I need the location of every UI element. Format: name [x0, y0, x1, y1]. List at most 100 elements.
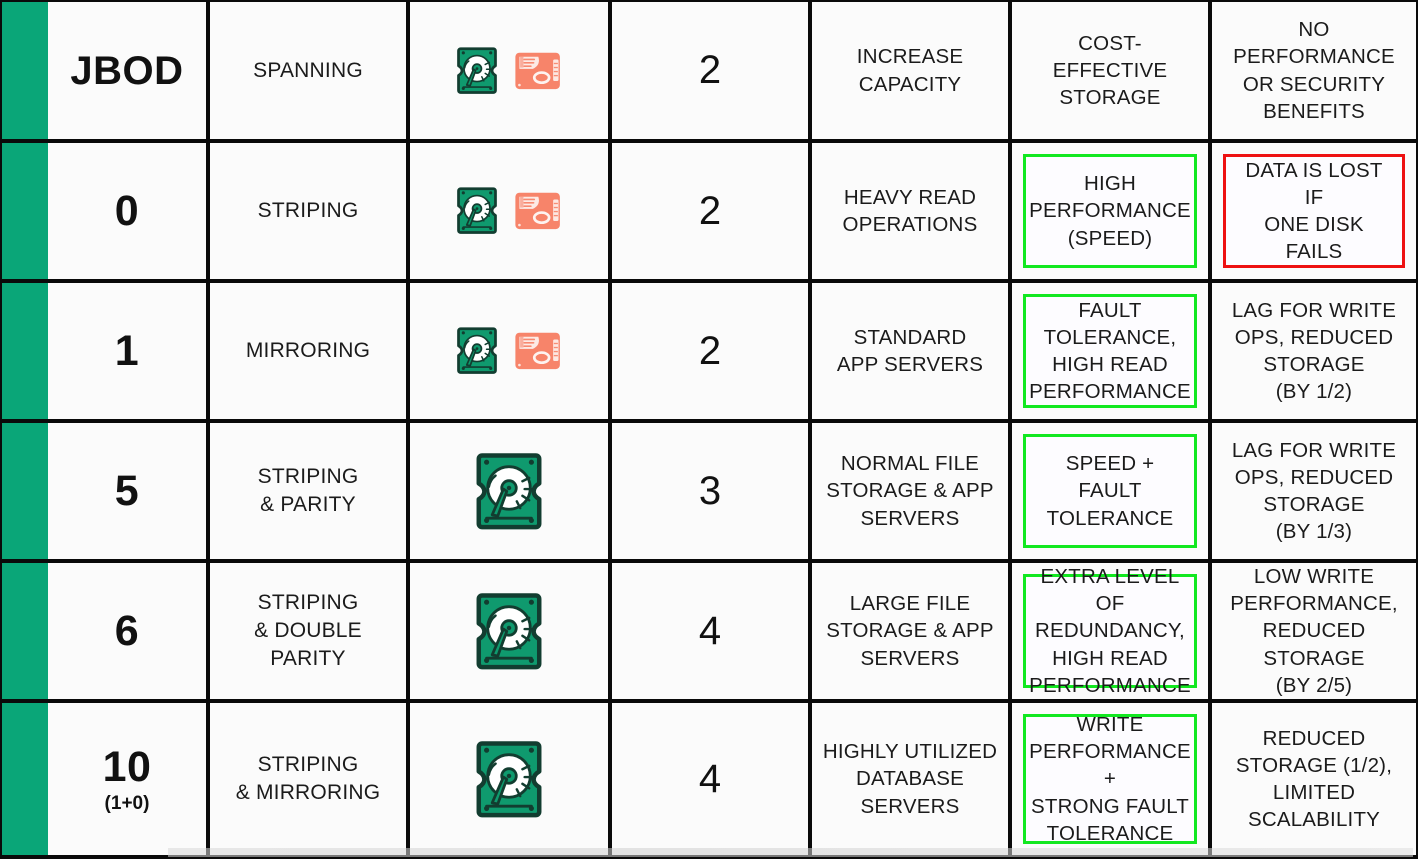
- raid-level-cell: 0: [0, 139, 210, 283]
- use-case-label: LARGE FILESTORAGE & APPSERVERS: [818, 586, 1001, 676]
- technique-cell: STRIPING: [206, 139, 410, 283]
- raid-level-label: 1: [115, 330, 139, 373]
- advantage-cell: WRITEPERFORMANCE +STRONG FAULTTOLERANCE: [1008, 699, 1212, 859]
- hard-disk-icon: [455, 46, 499, 95]
- row-accent-bar: [2, 703, 48, 855]
- disk-icon-group: [455, 46, 562, 95]
- min-disks-value: 4: [699, 757, 721, 802]
- raid-level-label: 6: [115, 610, 139, 653]
- disadvantage-cell: REDUCEDSTORAGE (1/2),LIMITEDSCALABILITY: [1208, 699, 1418, 859]
- min-disks-value: 2: [699, 48, 721, 93]
- min-disks-cell: 3: [608, 419, 812, 563]
- technique-label: STRIPING& DOUBLEPARITY: [246, 585, 370, 677]
- row-accent-bar: [2, 423, 48, 559]
- technique-label: STRIPING& PARITY: [250, 459, 367, 523]
- hard-disk-icon: [473, 591, 545, 672]
- disks-icon-cell: [406, 139, 612, 283]
- hard-disk-icon: [473, 451, 545, 532]
- advantage-cell: FAULTTOLERANCE,HIGH READPERFORMANCE: [1008, 279, 1212, 423]
- raid-level-label: 0: [115, 190, 139, 233]
- disadvantage-label: NOPERFORMANCEOR SECURITYBENEFITS: [1225, 12, 1403, 129]
- disadvantage-cell: LOW WRITEPERFORMANCE,REDUCEDSTORAGE(BY 2…: [1208, 559, 1418, 703]
- advantage-label: FAULTTOLERANCE,HIGH READPERFORMANCE: [1021, 293, 1199, 410]
- min-disks-cell: 2: [608, 279, 812, 423]
- disks-icon-cell: [406, 699, 612, 859]
- solid-state-drive-icon: [513, 190, 562, 232]
- hard-disk-icon: [455, 186, 499, 235]
- disks-icon-cell: [406, 559, 612, 703]
- advantage-cell: COST-EFFECTIVESTORAGE: [1008, 0, 1212, 143]
- technique-label: STRIPING: [250, 193, 367, 229]
- raid-level-cell: 10 (1+0): [0, 699, 210, 859]
- use-case-label: HEAVY READOPERATIONS: [835, 180, 986, 243]
- technique-label: STRIPING& MIRRORING: [228, 747, 389, 811]
- technique-cell: STRIPING& PARITY: [206, 419, 410, 563]
- technique-cell: STRIPING& MIRRORING: [206, 699, 410, 859]
- disadvantage-label: REDUCEDSTORAGE (1/2),LIMITEDSCALABILITY: [1228, 721, 1400, 838]
- min-disks-cell: 2: [608, 0, 812, 143]
- raid-level-label: 10: [103, 746, 152, 789]
- row-accent-bar: [2, 563, 48, 699]
- min-disks-value: 2: [699, 329, 721, 374]
- raid-comparison-table: JBOD SPANNING: [0, 0, 1418, 857]
- hard-disk-icon: [455, 326, 499, 375]
- min-disks-value: 3: [699, 469, 721, 514]
- disadvantage-label: LOW WRITEPERFORMANCE,REDUCEDSTORAGE(BY 2…: [1222, 559, 1406, 703]
- min-disks-value: 4: [699, 609, 721, 654]
- use-case-label: STANDARDAPP SERVERS: [829, 320, 991, 383]
- min-disks-cell: 4: [608, 559, 812, 703]
- disadvantage-label: LAG FOR WRITEOPS, REDUCEDSTORAGE(BY 1/2): [1224, 293, 1404, 410]
- disadvantage-cell: NOPERFORMANCEOR SECURITYBENEFITS: [1208, 0, 1418, 143]
- technique-label: MIRRORING: [238, 333, 378, 369]
- row-accent-bar: [2, 143, 48, 279]
- disadvantage-label: LAG FOR WRITEOPS, REDUCEDSTORAGE(BY 1/3): [1224, 433, 1404, 550]
- advantage-label: EXTRA LEVEL OFREDUNDANCY,HIGH READPERFOR…: [1021, 559, 1199, 703]
- disadvantage-cell: LAG FOR WRITEOPS, REDUCEDSTORAGE(BY 1/2): [1208, 279, 1418, 423]
- advantage-label: WRITEPERFORMANCE +STRONG FAULTTOLERANCE: [1021, 707, 1199, 851]
- row-accent-bar: [2, 2, 48, 139]
- min-disks-cell: 2: [608, 139, 812, 283]
- row-accent-bar: [2, 283, 48, 419]
- use-case-cell: INCREASECAPACITY: [808, 0, 1012, 143]
- disadvantage-label: DATA IS LOST IFONE DISK FAILS: [1226, 153, 1402, 270]
- disk-icon-group: [473, 739, 545, 820]
- raid-level-label: 5: [115, 470, 139, 513]
- use-case-cell: STANDARDAPP SERVERS: [808, 279, 1012, 423]
- disadvantage-cell: LAG FOR WRITEOPS, REDUCEDSTORAGE(BY 1/3): [1208, 419, 1418, 563]
- disks-icon-cell: [406, 279, 612, 423]
- raid-level-cell: 1: [0, 279, 210, 423]
- solid-state-drive-icon: [513, 50, 562, 92]
- advantage-label: SPEED + FAULTTOLERANCE: [1026, 446, 1194, 536]
- technique-label: SPANNING: [245, 53, 371, 89]
- min-disks-cell: 4: [608, 699, 812, 859]
- disk-icon-group: [455, 326, 562, 375]
- disks-icon-cell: [406, 419, 612, 563]
- raid-level-cell: JBOD: [0, 0, 210, 143]
- disks-icon-cell: [406, 0, 612, 143]
- use-case-cell: LARGE FILESTORAGE & APPSERVERS: [808, 559, 1012, 703]
- advantage-highlight-box: EXTRA LEVEL OFREDUNDANCY,HIGH READPERFOR…: [1023, 574, 1197, 688]
- disadvantage-cell: DATA IS LOST IFONE DISK FAILS: [1208, 139, 1418, 283]
- use-case-label: NORMAL FILESTORAGE & APPSERVERS: [818, 446, 1001, 536]
- raid-level-cell: 5: [0, 419, 210, 563]
- hard-disk-icon: [473, 739, 545, 820]
- advantage-cell: HIGHPERFORMANCE(SPEED): [1008, 139, 1212, 283]
- technique-cell: MIRRORING: [206, 279, 410, 423]
- use-case-label: INCREASECAPACITY: [849, 39, 971, 102]
- disk-icon-group: [473, 591, 545, 672]
- disadvantage-highlight-box: DATA IS LOST IFONE DISK FAILS: [1223, 154, 1405, 268]
- use-case-label: HIGHLY UTILIZEDDATABASESERVERS: [815, 734, 1005, 824]
- advantage-label: COST-EFFECTIVESTORAGE: [1045, 26, 1176, 116]
- use-case-cell: HIGHLY UTILIZEDDATABASESERVERS: [808, 699, 1012, 859]
- min-disks-value: 2: [699, 189, 721, 234]
- use-case-cell: HEAVY READOPERATIONS: [808, 139, 1012, 283]
- advantage-highlight-box: WRITEPERFORMANCE +STRONG FAULTTOLERANCE: [1023, 714, 1197, 844]
- raid-level-sublabel: (1+0): [105, 794, 150, 813]
- advantage-label: HIGHPERFORMANCE(SPEED): [1021, 166, 1199, 256]
- solid-state-drive-icon: [513, 330, 562, 372]
- advantage-highlight-box: HIGHPERFORMANCE(SPEED): [1023, 154, 1197, 268]
- advantage-highlight-box: SPEED + FAULTTOLERANCE: [1023, 434, 1197, 548]
- advantage-cell: SPEED + FAULTTOLERANCE: [1008, 419, 1212, 563]
- technique-cell: STRIPING& DOUBLEPARITY: [206, 559, 410, 703]
- advantage-highlight-box: FAULTTOLERANCE,HIGH READPERFORMANCE: [1023, 294, 1197, 408]
